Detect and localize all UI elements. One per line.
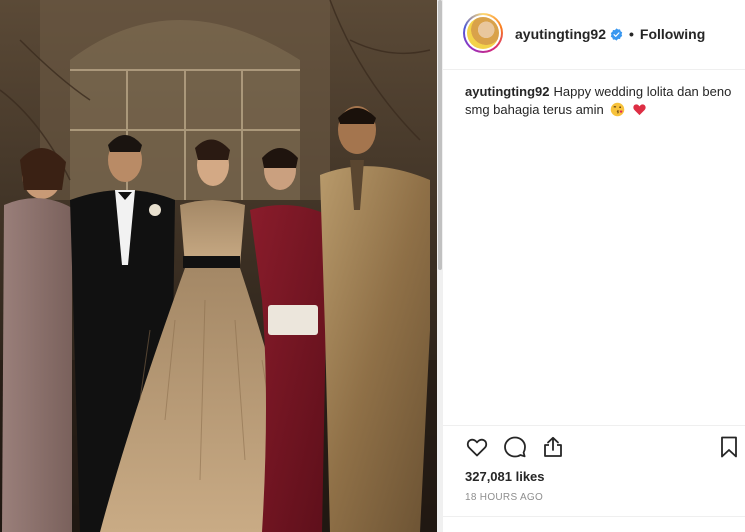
- heart-icon[interactable]: [465, 435, 489, 459]
- comment-divider: [443, 516, 745, 517]
- verified-badge-icon: [610, 27, 623, 41]
- kissing-face-emoji-icon: [611, 102, 625, 117]
- bookmark-icon[interactable]: [717, 435, 741, 459]
- avatar[interactable]: [463, 13, 503, 53]
- post-header: ayutingting92 • Following: [443, 0, 745, 70]
- header-username[interactable]: ayutingting92: [515, 26, 606, 42]
- following-button[interactable]: Following: [640, 26, 705, 42]
- post-timestamp[interactable]: 18 HOURS AGO: [465, 492, 543, 503]
- header-user-row: ayutingting92 • Following: [515, 26, 705, 42]
- header-separator: •: [629, 26, 634, 42]
- likes-count[interactable]: 327,081 likes: [465, 469, 545, 484]
- actions-divider: [443, 425, 745, 426]
- comment-bubble-icon[interactable]: [503, 435, 527, 459]
- wedding-group-photo: [0, 0, 437, 532]
- post-caption: ayutingting92 Happy wedding lolita dan be…: [465, 83, 733, 119]
- photo-scrollbar-thumb[interactable]: [438, 0, 442, 270]
- post-side-panel: ayutingting92 • Following ayutingting92 H…: [443, 0, 745, 532]
- post-actions: [465, 435, 745, 461]
- avatar-frame: [465, 15, 501, 51]
- post-photo[interactable]: [0, 0, 437, 532]
- caption-username[interactable]: ayutingting92: [465, 84, 550, 99]
- avatar-image: [467, 17, 499, 49]
- share-arrow-icon[interactable]: [541, 435, 565, 459]
- red-heart-emoji-icon: [633, 104, 646, 116]
